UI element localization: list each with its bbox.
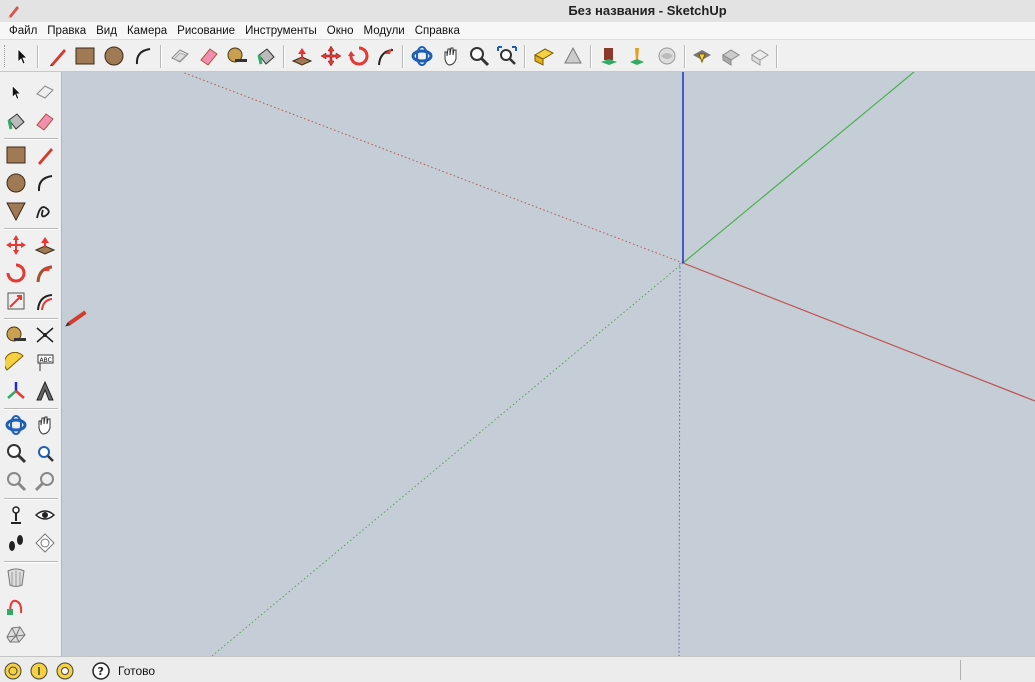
pencil-cursor-icon — [65, 310, 87, 327]
materials-icon[interactable] — [748, 44, 772, 68]
3d-text-icon[interactable] — [33, 379, 57, 403]
eraser-icon[interactable] — [197, 44, 221, 68]
3d-warehouse-icon[interactable] — [532, 44, 556, 68]
select-icon[interactable] — [10, 44, 34, 68]
zoom-extents-icon[interactable] — [495, 44, 519, 68]
push-pull-icon[interactable] — [33, 233, 57, 257]
sign-in-icon[interactable] — [56, 662, 74, 680]
make-component-icon[interactable] — [33, 80, 57, 104]
move-icon[interactable] — [319, 44, 343, 68]
blue-axis-negative — [678, 262, 681, 656]
measurements-box-divider — [960, 660, 961, 680]
move-icon[interactable] — [4, 233, 28, 257]
menu-camera[interactable]: Камера — [122, 22, 172, 40]
follow-me-icon[interactable] — [33, 261, 57, 285]
green-axis-negative — [211, 262, 684, 656]
sandbox-icon[interactable] — [4, 566, 28, 590]
left-toolbar: ABC — [0, 72, 62, 656]
menu-file[interactable]: Файл — [4, 22, 42, 40]
paint-bucket-icon[interactable] — [4, 109, 28, 133]
red-axis-negative — [181, 72, 684, 264]
menu-draw[interactable]: Рисование — [172, 22, 240, 40]
red-axis-positive — [682, 262, 1035, 402]
add-location-icon[interactable] — [4, 594, 28, 618]
toolbar-grip[interactable] — [4, 45, 9, 67]
section-plane-icon[interactable] — [33, 531, 57, 555]
protractor-icon[interactable] — [4, 351, 28, 375]
look-around-icon[interactable] — [33, 503, 57, 527]
paint-bucket-icon[interactable] — [254, 44, 278, 68]
title-bar: Без названия - SketchUp — [0, 0, 1035, 23]
axes-canvas — [65, 72, 1035, 656]
select-icon[interactable] — [4, 80, 28, 104]
style-builder-icon[interactable] — [690, 44, 714, 68]
menu-bar: Файл Правка Вид Камера Рисование Инструм… — [0, 22, 1035, 40]
zoom-window-icon[interactable] — [33, 441, 57, 465]
offset-icon[interactable] — [33, 289, 57, 313]
circle-icon[interactable] — [102, 44, 126, 68]
follow-me-icon[interactable] — [374, 44, 398, 68]
terrain-icon[interactable] — [4, 622, 28, 646]
drawing-viewport[interactable] — [62, 72, 1035, 656]
main-toolbar — [0, 41, 1035, 72]
circle-icon[interactable] — [4, 171, 28, 195]
window-title: Без названия - SketchUp — [568, 3, 727, 18]
eraser-icon[interactable] — [33, 109, 57, 133]
credits-icon[interactable] — [30, 662, 48, 680]
extension-warehouse-icon[interactable] — [561, 44, 585, 68]
axes-icon[interactable] — [4, 379, 28, 403]
zoom-icon[interactable] — [4, 441, 28, 465]
components-icon[interactable] — [719, 44, 743, 68]
line-icon[interactable] — [46, 44, 70, 68]
layout-icon[interactable] — [655, 44, 679, 68]
help-icon[interactable]: ? — [92, 662, 110, 680]
walk-icon[interactable] — [4, 531, 28, 555]
rotate-icon[interactable] — [4, 261, 28, 285]
svg-text:?: ? — [98, 665, 104, 678]
rectangle-icon[interactable] — [73, 44, 97, 68]
rotate-icon[interactable] — [347, 44, 371, 68]
share-model-icon[interactable] — [625, 44, 649, 68]
orbit-icon[interactable] — [4, 413, 28, 437]
menu-window[interactable]: Окно — [322, 22, 359, 40]
building-icon[interactable] — [597, 44, 621, 68]
rectangle-icon[interactable] — [4, 143, 28, 167]
menu-plugins[interactable]: Модули — [359, 22, 410, 40]
green-axis-positive — [682, 72, 915, 264]
geolocation-icon[interactable] — [4, 662, 22, 680]
polygon-icon[interactable] — [4, 199, 28, 223]
previous-view-icon[interactable] — [4, 469, 28, 493]
tape-measure-icon[interactable] — [4, 323, 28, 347]
pan-icon[interactable] — [33, 413, 57, 437]
position-camera-icon[interactable] — [4, 503, 28, 527]
make-component-icon[interactable] — [168, 44, 192, 68]
tape-measure-icon[interactable] — [225, 44, 249, 68]
freehand-icon[interactable] — [33, 199, 57, 223]
orbit-icon[interactable] — [410, 44, 434, 68]
status-text: Готово — [118, 664, 156, 678]
dimension-icon[interactable] — [33, 323, 57, 347]
text-icon[interactable]: ABC — [33, 351, 57, 375]
line-icon[interactable] — [33, 143, 57, 167]
status-bar: ? Готово — [0, 656, 1035, 682]
arc-icon[interactable] — [33, 171, 57, 195]
push-pull-icon[interactable] — [290, 44, 314, 68]
scale-icon[interactable] — [4, 289, 28, 313]
menu-tools[interactable]: Инструменты — [240, 22, 322, 40]
next-view-icon[interactable] — [33, 469, 57, 493]
menu-view[interactable]: Вид — [91, 22, 122, 40]
pan-icon[interactable] — [439, 44, 463, 68]
arc-icon[interactable] — [131, 44, 155, 68]
menu-help[interactable]: Справка — [410, 22, 465, 40]
zoom-icon[interactable] — [467, 44, 491, 68]
svg-text:ABC: ABC — [40, 357, 52, 364]
menu-edit[interactable]: Правка — [42, 22, 91, 40]
